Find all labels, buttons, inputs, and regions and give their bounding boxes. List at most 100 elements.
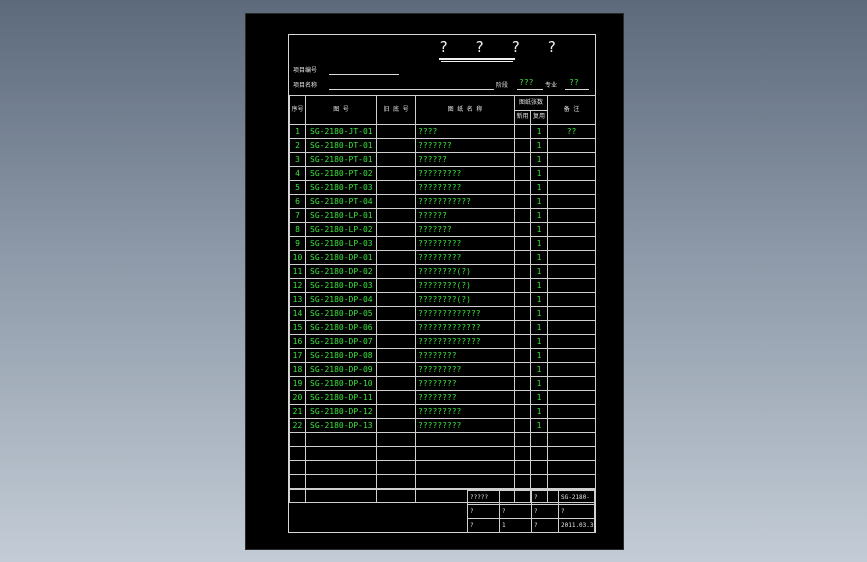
table-row: 17 SG-2180-DP-08???????? 1 xyxy=(289,348,597,363)
row-code: SG-2180-DP-08 xyxy=(305,348,377,363)
row-old-code xyxy=(376,390,416,405)
stage-line xyxy=(517,89,543,90)
row-count-new xyxy=(514,460,531,475)
row-code: SG-2180-DP-09 xyxy=(305,362,377,377)
table-row xyxy=(289,460,597,475)
row-no xyxy=(289,474,306,489)
row-remark xyxy=(547,418,597,433)
row-name: ?????? xyxy=(415,208,515,223)
row-count-new xyxy=(514,362,531,377)
row-no xyxy=(289,446,306,461)
project-name-line xyxy=(329,89,494,90)
row-count-new xyxy=(514,236,531,251)
tb-drawing-no: SG-2180- -01 xyxy=(558,490,595,505)
row-no: 11 xyxy=(289,264,306,279)
table-row: 1 SG-2180-JT-01???? 1?? xyxy=(289,124,597,139)
table-row: 2 SG-2180-DT-01??????? 1 xyxy=(289,138,597,153)
row-old-code xyxy=(376,222,416,237)
row-code: SG-2180-LP-01 xyxy=(305,208,377,223)
row-old-code xyxy=(376,460,416,475)
row-remark xyxy=(547,236,597,251)
row-code: SG-2180-DP-12 xyxy=(305,404,377,419)
row-count-reuse: 1 xyxy=(529,278,549,293)
row-remark xyxy=(547,390,597,405)
row-count-new xyxy=(514,446,531,461)
row-name xyxy=(415,474,515,489)
col-count-reuse: 复用 xyxy=(529,109,549,125)
table-row: 21 SG-2180-DP-12????????? 1 xyxy=(289,404,597,419)
row-code: SG-2180-DT-01 xyxy=(305,138,377,153)
major-value: ?? xyxy=(569,78,579,87)
row-count-reuse: 1 xyxy=(529,236,549,251)
row-old-code xyxy=(376,474,416,489)
row-count-new xyxy=(514,376,531,391)
row-code: SG-2180-DP-11 xyxy=(305,390,377,405)
row-old-code xyxy=(376,306,416,321)
row-old-code xyxy=(376,278,416,293)
row-code xyxy=(305,474,377,489)
title-block-table: ????? ? SG-2180- -01 ? ? ? ? ? 1 ? 2011.… xyxy=(467,490,595,533)
row-old-code xyxy=(376,124,416,139)
tb-cell xyxy=(499,490,532,505)
row-code: SG-2180-DP-03 xyxy=(305,278,377,293)
row-code xyxy=(305,460,377,475)
row-remark xyxy=(547,474,597,489)
major-label: 专业 xyxy=(545,82,558,89)
tb-cell: ? xyxy=(558,504,595,519)
row-old-code xyxy=(376,166,416,181)
row-remark xyxy=(547,166,597,181)
major-line xyxy=(565,89,589,90)
row-count-new xyxy=(514,180,531,195)
row-no: 17 xyxy=(289,348,306,363)
row-name: ????????? xyxy=(415,404,515,419)
table-body: 1 SG-2180-JT-01???? 1?? 2 SG-2180-DT-01?????… xyxy=(289,124,597,503)
row-count-reuse: 1 xyxy=(529,376,549,391)
row-count-new xyxy=(514,222,531,237)
row-name xyxy=(415,446,515,461)
row-count-reuse: 1 xyxy=(529,222,549,237)
row-no: 9 xyxy=(289,236,306,251)
title-underline xyxy=(439,58,515,60)
row-count-reuse: 1 xyxy=(529,320,549,335)
row-count-new xyxy=(514,306,531,321)
row-code: SG-2180-DP-02 xyxy=(305,264,377,279)
col-name: 图 纸 名 称 xyxy=(415,95,515,125)
row-name: ????????? xyxy=(415,418,515,433)
row-remark xyxy=(547,320,597,335)
table-row: 16 SG-2180-DP-07????????????? 1 xyxy=(289,334,597,349)
row-count-reuse: 1 xyxy=(529,348,549,363)
table-row: 20 SG-2180-DP-11???????? 1 xyxy=(289,390,597,405)
row-count-reuse xyxy=(529,432,549,447)
row-count-new xyxy=(514,320,531,335)
row-code: SG-2180-LP-02 xyxy=(305,222,377,237)
row-remark xyxy=(547,208,597,223)
row-no: 21 xyxy=(289,404,306,419)
row-name: ???????? xyxy=(415,390,515,405)
row-count-new xyxy=(514,152,531,167)
row-name: ??????????? xyxy=(415,194,515,209)
tb-cell: ? xyxy=(531,504,559,519)
tb-cell: ? xyxy=(531,518,559,533)
tb-cell: ? xyxy=(531,490,559,505)
row-name: ???????? xyxy=(415,348,515,363)
row-old-code xyxy=(376,180,416,195)
drawing-frame: ? ? ? ? 项目编号 项目名称 阶段 ??? 专业 ?? 序号 图 号 旧 … xyxy=(288,34,597,533)
table-row: 14 SG-2180-DP-05????????????? 1 xyxy=(289,306,597,321)
row-count-new xyxy=(514,432,531,447)
row-count-reuse xyxy=(529,460,549,475)
row-count-new xyxy=(514,418,531,433)
row-name: ????????? xyxy=(415,362,515,377)
row-code: SG-2180-DP-07 xyxy=(305,334,377,349)
row-old-code xyxy=(376,446,416,461)
table-row: 13 SG-2180-DP-04 ????????(?) 1 xyxy=(289,292,597,307)
row-count-new xyxy=(514,124,531,139)
table-row xyxy=(289,432,597,447)
row-count-reuse: 1 xyxy=(529,292,549,307)
project-no-line xyxy=(329,74,399,75)
table-row xyxy=(289,474,597,489)
project-no-label: 项目编号 xyxy=(293,67,318,74)
row-code: SG-2180-JT-01 xyxy=(305,124,377,139)
row-old-code xyxy=(376,250,416,265)
row-old-code xyxy=(376,404,416,419)
row-old-code xyxy=(376,138,416,153)
